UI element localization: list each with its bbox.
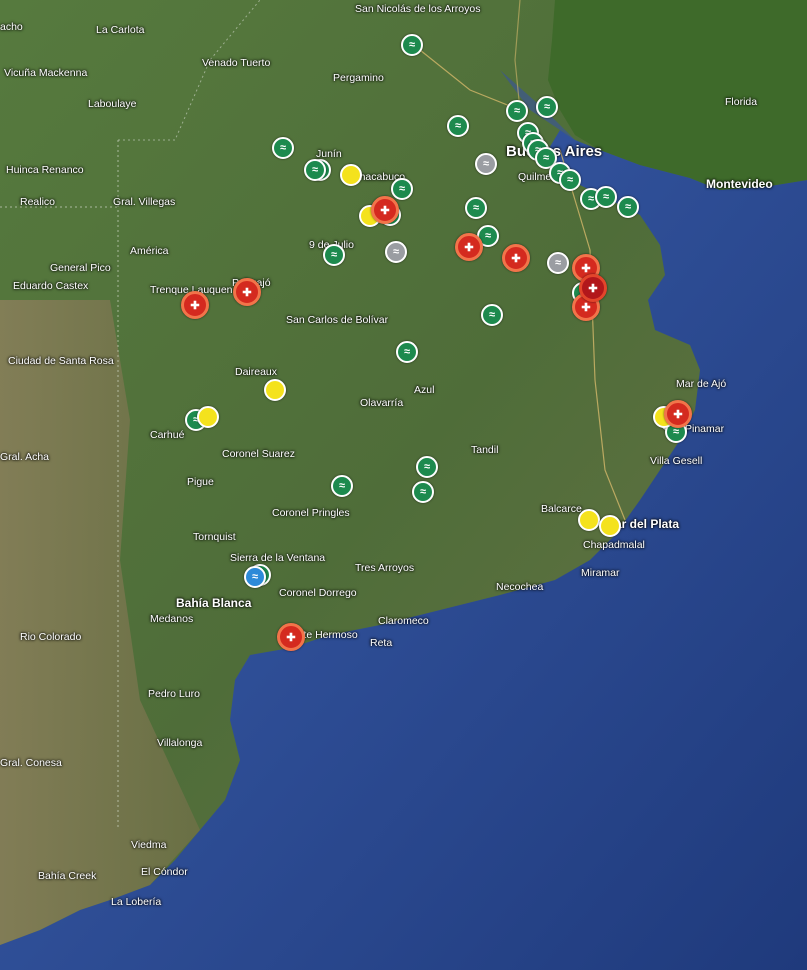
map-marker-red[interactable]: ✚ [502, 244, 530, 272]
place-label-realico: Realico [20, 196, 56, 208]
place-label-villa-gesell: Villa Gesell [650, 455, 703, 467]
place-label-reta: Reta [370, 637, 393, 649]
place-label-olavarria: Olavarría [360, 397, 404, 409]
map-marker-red[interactable]: ✚ [233, 278, 261, 306]
place-label-gral-conesa: Gral. Conesa [0, 757, 62, 769]
place-label-claromeco: Claromeco [378, 615, 429, 627]
map-marker-green[interactable]: ≈ [617, 196, 639, 218]
map-marker-green[interactable]: ≈ [391, 178, 413, 200]
place-label-tandil: Tandil [471, 444, 499, 456]
map-marker-green[interactable]: ≈ [536, 96, 558, 118]
map-marker-gray[interactable]: ≈ [475, 153, 497, 175]
map-marker-green[interactable]: ≈ [304, 159, 326, 181]
place-label-villalonga: Villalonga [157, 737, 203, 749]
map-marker-yellow[interactable] [264, 379, 286, 401]
place-label-tornquist: Tornquist [193, 531, 236, 543]
map-marker-gray[interactable]: ≈ [547, 252, 569, 274]
place-label-sierra-ventana: Sierra de la Ventana [230, 552, 326, 564]
place-label-florida: Florida [725, 96, 758, 108]
map-marker-yellow[interactable] [340, 164, 362, 186]
map-marker-green[interactable]: ≈ [465, 197, 487, 219]
place-label-america: América [130, 245, 169, 257]
map-marker-green[interactable]: ≈ [323, 244, 345, 266]
place-label-gral-villegas: Gral. Villegas [113, 196, 176, 208]
map-marker-green[interactable]: ≈ [396, 341, 418, 363]
place-label-viedma: Viedma [131, 839, 167, 851]
map-marker-blue[interactable]: ≈ [244, 566, 266, 588]
place-label-miramar: Miramar [581, 567, 620, 579]
place-label-rio-colorado: Rio Colorado [20, 631, 82, 643]
place-label-montevideo: Montevideo [706, 177, 773, 191]
map-marker-green[interactable]: ≈ [481, 304, 503, 326]
place-label-pedro-luro: Pedro Luro [148, 688, 200, 700]
map-marker-yellow[interactable] [197, 406, 219, 428]
place-label-necochea: Necochea [496, 581, 544, 593]
place-label-pinamar: Pinamar [685, 423, 725, 435]
map-marker-yellow[interactable] [578, 509, 600, 531]
terrain-layer [0, 0, 807, 970]
place-label-coronel-suarez: Coronel Suarez [222, 448, 295, 460]
place-label-san-nicolas: San Nicolás de los Arroyos [355, 3, 481, 15]
place-label-eduardo-castex: Eduardo Castex [13, 280, 89, 292]
place-label-chapadmalal: Chapadmalal [583, 539, 645, 551]
place-label-el-condor: El Cóndor [141, 866, 188, 878]
map-marker-green[interactable]: ≈ [272, 137, 294, 159]
map-marker-darkred[interactable]: ✚ [579, 274, 607, 302]
place-label-general-pico: General Pico [50, 262, 111, 274]
map-marker-green[interactable]: ≈ [559, 169, 581, 191]
place-label-mar-de-ajo: Mar de Ajó [676, 378, 727, 390]
place-label-vicuna-mackenna: Vicuña Mackenna [4, 67, 88, 79]
place-label-coronel-pringles: Coronel Pringles [272, 507, 350, 519]
map-marker-green[interactable]: ≈ [412, 481, 434, 503]
map-marker-red[interactable]: ✚ [277, 623, 305, 651]
map-marker-gray[interactable]: ≈ [385, 241, 407, 263]
place-label-san-carlos-bolivar: San Carlos de Bolívar [286, 314, 389, 326]
place-label-laboulaye: Laboulaye [88, 98, 137, 110]
map-canvas[interactable]: La Carlota Venado Tuerto San Nicolás de lo… [0, 0, 807, 970]
place-label-bahia-blanca: Bahía Blanca [176, 596, 252, 610]
map-marker-red[interactable]: ✚ [371, 196, 399, 224]
map-marker-red[interactable]: ✚ [664, 400, 692, 428]
map-marker-green[interactable]: ≈ [506, 100, 528, 122]
place-label-azul: Azul [414, 384, 435, 396]
place-label-alcho: acho [0, 21, 23, 33]
place-label-la-carlota: La Carlota [96, 24, 145, 36]
place-label-la-loberia: La Lobería [111, 896, 162, 908]
place-label-bahia-creek: Bahía Creek [38, 870, 97, 882]
place-label-balcarce: Balcarce [541, 503, 582, 515]
place-label-pigue: Pigue [187, 476, 214, 488]
place-label-gral-acha: Gral. Acha [0, 451, 50, 463]
place-label-huinca-renanco: Huinca Renanco [6, 164, 84, 176]
map-marker-green[interactable]: ≈ [595, 186, 617, 208]
map-marker-green[interactable]: ≈ [447, 115, 469, 137]
place-label-venado-tuerto: Venado Tuerto [202, 57, 271, 69]
place-label-daireaux: Daireaux [235, 366, 278, 378]
place-label-pergamino: Pergamino [333, 72, 384, 84]
place-label-tres-arroyos: Tres Arroyos [355, 562, 415, 574]
place-label-medanos: Medanos [150, 613, 194, 625]
map-marker-green[interactable]: ≈ [331, 475, 353, 497]
map-marker-red[interactable]: ✚ [455, 233, 483, 261]
map-marker-green[interactable]: ≈ [401, 34, 423, 56]
map-marker-green[interactable]: ≈ [416, 456, 438, 478]
map-marker-yellow[interactable] [599, 515, 621, 537]
place-label-carhue: Carhué [150, 429, 185, 441]
place-label-ciudad-santa-rosa: Ciudad de Santa Rosa [8, 355, 114, 367]
place-label-coronel-dorrego: Coronel Dorrego [279, 587, 357, 599]
map-marker-red[interactable]: ✚ [181, 291, 209, 319]
